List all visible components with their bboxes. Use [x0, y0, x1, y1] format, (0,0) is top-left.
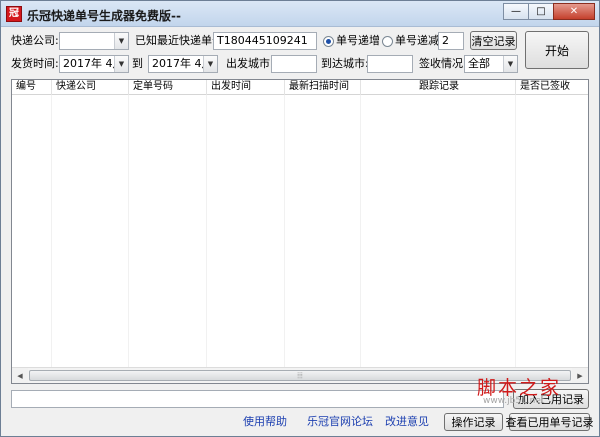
- column-divider: [207, 95, 285, 367]
- maximize-button[interactable]: □: [528, 3, 554, 20]
- chevron-down-icon[interactable]: ▼: [503, 56, 517, 72]
- start-button[interactable]: 开始: [525, 31, 589, 69]
- view-used-records-button[interactable]: 查看已用单号记录: [506, 413, 594, 431]
- column-divider: [52, 95, 129, 367]
- column-header-scan[interactable]: 最新扫描时间: [285, 80, 361, 95]
- arrive-city-label: 到达城市:: [321, 57, 369, 70]
- scroll-left-icon[interactable]: ◀: [12, 368, 28, 383]
- close-button[interactable]: ✕: [553, 3, 595, 20]
- scrollbar-thumb[interactable]: ⦙⦙⦙: [29, 370, 571, 381]
- column-divider: [285, 95, 361, 367]
- chevron-down-icon[interactable]: ▼: [114, 33, 128, 49]
- horizontal-scrollbar[interactable]: ◀ ⦙⦙⦙ ▶: [12, 367, 588, 383]
- column-divider: [361, 95, 516, 367]
- column-header-number[interactable]: 编号: [12, 80, 52, 95]
- sign-status-select[interactable]: 全部 ▼: [464, 55, 518, 73]
- to-label: 到: [132, 57, 143, 70]
- column-divider: [129, 95, 207, 367]
- table-header: 编号 快递公司 定单号码 出发时间 最新扫描时间 跟踪记录 是否已签收: [12, 80, 588, 95]
- depart-city-label: 出发城市:: [226, 57, 274, 70]
- company-label: 快递公司:: [11, 34, 59, 47]
- increment-radio-label[interactable]: 单号递增: [336, 33, 380, 49]
- help-link[interactable]: 使用帮助: [243, 414, 287, 430]
- window-title: 乐冠快递单号生成器免费版--: [27, 9, 181, 23]
- chevron-down-icon[interactable]: ▼: [114, 56, 128, 72]
- add-used-record-button[interactable]: 加入已用记录: [513, 389, 589, 409]
- sign-status-value: 全部: [468, 57, 490, 70]
- decrement-radio-label[interactable]: 单号递减: [395, 33, 439, 49]
- decrement-radio[interactable]: [382, 36, 393, 47]
- title-bar[interactable]: 冠 乐冠快递单号生成器免费版-- — □ ✕: [1, 1, 599, 27]
- minimize-button[interactable]: —: [503, 3, 529, 20]
- forum-link[interactable]: 乐冠官网论坛: [307, 414, 373, 430]
- window-controls: — □ ✕: [503, 3, 595, 20]
- date-to-picker[interactable]: 2017年 4月 ▼: [148, 55, 218, 73]
- company-select[interactable]: ▼: [59, 32, 129, 50]
- chevron-down-icon[interactable]: ▼: [203, 56, 217, 72]
- app-logo-icon: 冠: [6, 6, 22, 22]
- table-body: [12, 95, 588, 367]
- column-divider: [12, 95, 52, 367]
- column-header-signed[interactable]: 是否已签收: [516, 80, 588, 95]
- column-header-tracking[interactable]: 跟踪记录: [361, 80, 516, 95]
- status-input[interactable]: [11, 390, 504, 408]
- known-number-input[interactable]: T180445109241: [213, 32, 317, 50]
- count-input[interactable]: 2: [438, 32, 464, 50]
- sign-status-label: 签收情况:: [419, 57, 467, 70]
- column-header-order[interactable]: 定单号码: [129, 80, 207, 95]
- feedback-link[interactable]: 改进意见: [385, 414, 429, 430]
- send-time-label: 发货时间:: [11, 57, 59, 70]
- operation-log-button[interactable]: 操作记录: [444, 413, 503, 431]
- column-header-depart[interactable]: 出发时间: [207, 80, 285, 95]
- increment-radio[interactable]: [323, 36, 334, 47]
- clear-records-button[interactable]: 清空记录: [470, 31, 517, 50]
- column-header-company[interactable]: 快递公司: [52, 80, 129, 95]
- arrive-city-input[interactable]: [367, 55, 413, 73]
- date-from-picker[interactable]: 2017年 4月 ▼: [59, 55, 129, 73]
- depart-city-input[interactable]: [271, 55, 317, 73]
- scroll-right-icon[interactable]: ▶: [572, 368, 588, 383]
- records-table[interactable]: 编号 快递公司 定单号码 出发时间 最新扫描时间 跟踪记录 是否已签收 ◀ ⦙⦙…: [11, 79, 589, 384]
- app-window: 冠 乐冠快递单号生成器免费版-- — □ ✕ 快递公司: ▼ 已知最近快递单号:…: [0, 0, 600, 437]
